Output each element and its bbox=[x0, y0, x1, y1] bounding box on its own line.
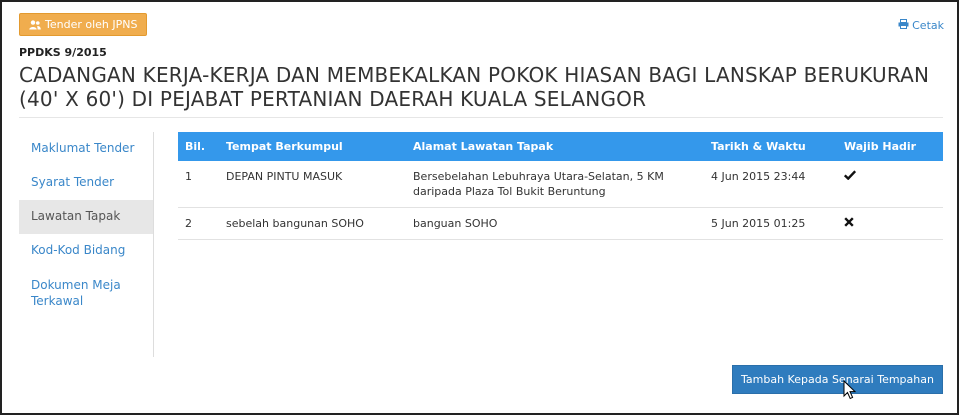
users-icon bbox=[29, 19, 41, 30]
check-icon bbox=[843, 170, 857, 183]
sidebar-item-dokumen-meja-terkawal[interactable]: Dokumen Meja Terkawal bbox=[19, 268, 153, 318]
column-header-datetime: Tarikh & Waktu bbox=[704, 132, 837, 161]
column-header-mandatory: Wajib Hadir bbox=[837, 132, 943, 161]
mouse-cursor-icon bbox=[843, 379, 857, 404]
sidebar-item-syarat-tender[interactable]: Syarat Tender bbox=[19, 166, 153, 200]
cell-place: DEPAN PINTU MASUK bbox=[219, 161, 406, 208]
cell-address: banguan SOHO bbox=[406, 207, 704, 240]
column-header-address: Alamat Lawatan Tapak bbox=[406, 132, 704, 161]
cell-datetime: 5 Jun 2015 01:25 bbox=[704, 207, 837, 240]
sidebar-nav: Maklumat Tender Syarat Tender Lawatan Ta… bbox=[19, 132, 154, 357]
print-link[interactable]: Cetak bbox=[898, 19, 944, 32]
cell-mandatory bbox=[837, 161, 943, 208]
cell-place: sebelah bangunan SOHO bbox=[219, 207, 406, 240]
cell-datetime: 4 Jun 2015 23:44 bbox=[704, 161, 837, 208]
sidebar-item-kod-kod-bidang[interactable]: Kod-Kod Bidang bbox=[19, 234, 153, 268]
tender-reference: PPDKS 9/2015 bbox=[19, 46, 107, 59]
cell-address: Bersebelahan Lebuhraya Utara-Selatan, 5 … bbox=[406, 161, 704, 208]
column-header-no: Bil. bbox=[178, 132, 219, 161]
cell-mandatory bbox=[837, 207, 943, 240]
site-visit-table: Bil. Tempat Berkumpul Alamat Lawatan Tap… bbox=[178, 132, 943, 240]
add-to-booking-list-button[interactable]: Tambah Kepada Senarai Tempahan bbox=[732, 365, 943, 394]
column-header-place: Tempat Berkumpul bbox=[219, 132, 406, 161]
cell-no: 2 bbox=[178, 207, 219, 240]
table-row: 2 sebelah bangunan SOHO banguan SOHO 5 J… bbox=[178, 207, 943, 240]
cross-icon bbox=[844, 217, 854, 230]
title-divider bbox=[19, 117, 943, 118]
cell-no: 1 bbox=[178, 161, 219, 208]
sidebar-item-maklumat-tender[interactable]: Maklumat Tender bbox=[19, 132, 153, 166]
badge-label: Tender oleh JPNS bbox=[45, 18, 138, 31]
printer-icon bbox=[898, 19, 909, 32]
page-title: CADANGAN KERJA-KERJA DAN MEMBEKALKAN POK… bbox=[19, 63, 930, 111]
sidebar-item-lawatan-tapak[interactable]: Lawatan Tapak bbox=[19, 200, 153, 234]
print-label: Cetak bbox=[912, 19, 944, 32]
table-row: 1 DEPAN PINTU MASUK Bersebelahan Lebuhra… bbox=[178, 161, 943, 208]
site-visit-panel: Bil. Tempat Berkumpul Alamat Lawatan Tap… bbox=[178, 132, 943, 240]
table-header-row: Bil. Tempat Berkumpul Alamat Lawatan Tap… bbox=[178, 132, 943, 161]
jpns-tender-badge[interactable]: Tender oleh JPNS bbox=[19, 13, 148, 36]
